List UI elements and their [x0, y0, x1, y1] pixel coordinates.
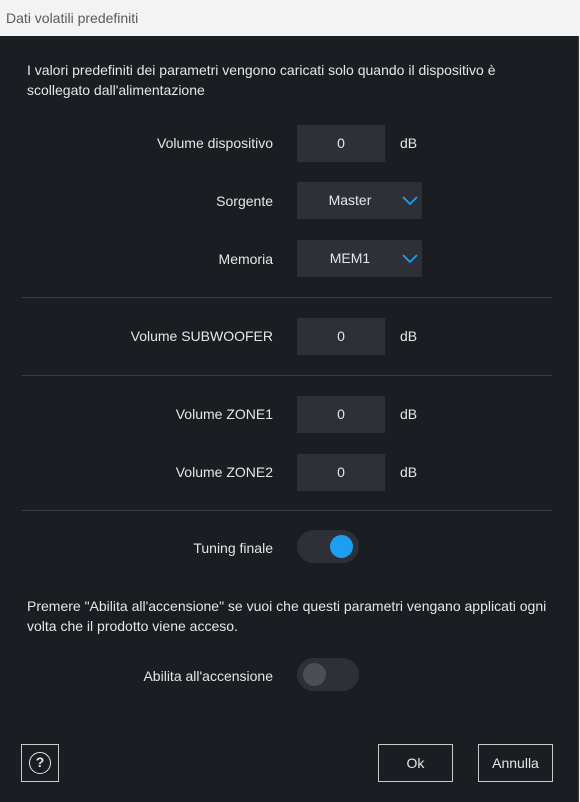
help-button[interactable]: ? — [21, 744, 59, 782]
volume-zone2-unit: dB — [400, 464, 418, 480]
enable-on-power-label: Abilita all'accensione — [143, 668, 273, 684]
volume-zone1-unit: dB — [400, 406, 418, 422]
source-dropdown[interactable]: Master — [297, 182, 422, 219]
volume-zone1-input[interactable]: 0 — [297, 396, 385, 433]
memory-dropdown[interactable]: MEM1 — [297, 240, 422, 277]
divider — [22, 510, 552, 511]
volume-zone2-input[interactable]: 0 — [297, 454, 385, 491]
dialog: I valori predefiniti dei parametri vengo… — [0, 36, 579, 802]
intro-text: I valori predefiniti dei parametri vengo… — [27, 62, 496, 98]
chevron-down-icon — [402, 254, 418, 264]
power-on-note: Premere "Abilita all'accensione" se vuoi… — [27, 598, 547, 634]
memory-value: MEM1 — [329, 250, 371, 266]
toggle-knob — [303, 663, 326, 686]
volume-subwoofer-unit: dB — [400, 328, 418, 344]
tuning-toggle[interactable] — [297, 530, 359, 563]
volume-device-input[interactable]: 0 — [297, 125, 385, 162]
volume-subwoofer-label: Volume SUBWOOFER — [130, 328, 273, 344]
tuning-label: Tuning finale — [193, 540, 273, 556]
toggle-knob — [330, 535, 353, 558]
chevron-down-icon — [402, 196, 418, 206]
divider — [22, 375, 552, 376]
source-label: Sorgente — [216, 193, 273, 209]
window-title: Dati volatili predefiniti — [0, 0, 580, 36]
volume-zone2-label: Volume ZONE2 — [175, 464, 273, 480]
enable-on-power-toggle[interactable] — [297, 658, 359, 691]
volume-subwoofer-input[interactable]: 0 — [297, 318, 385, 355]
memory-label: Memoria — [218, 251, 273, 267]
volume-device-label: Volume dispositivo — [157, 135, 273, 151]
source-value: Master — [328, 192, 372, 208]
help-icon: ? — [29, 752, 51, 774]
cancel-button[interactable]: Annulla — [478, 744, 553, 782]
ok-button[interactable]: Ok — [378, 744, 453, 782]
volume-zone1-label: Volume ZONE1 — [175, 406, 273, 422]
divider — [22, 297, 552, 298]
volume-device-unit: dB — [400, 135, 418, 151]
